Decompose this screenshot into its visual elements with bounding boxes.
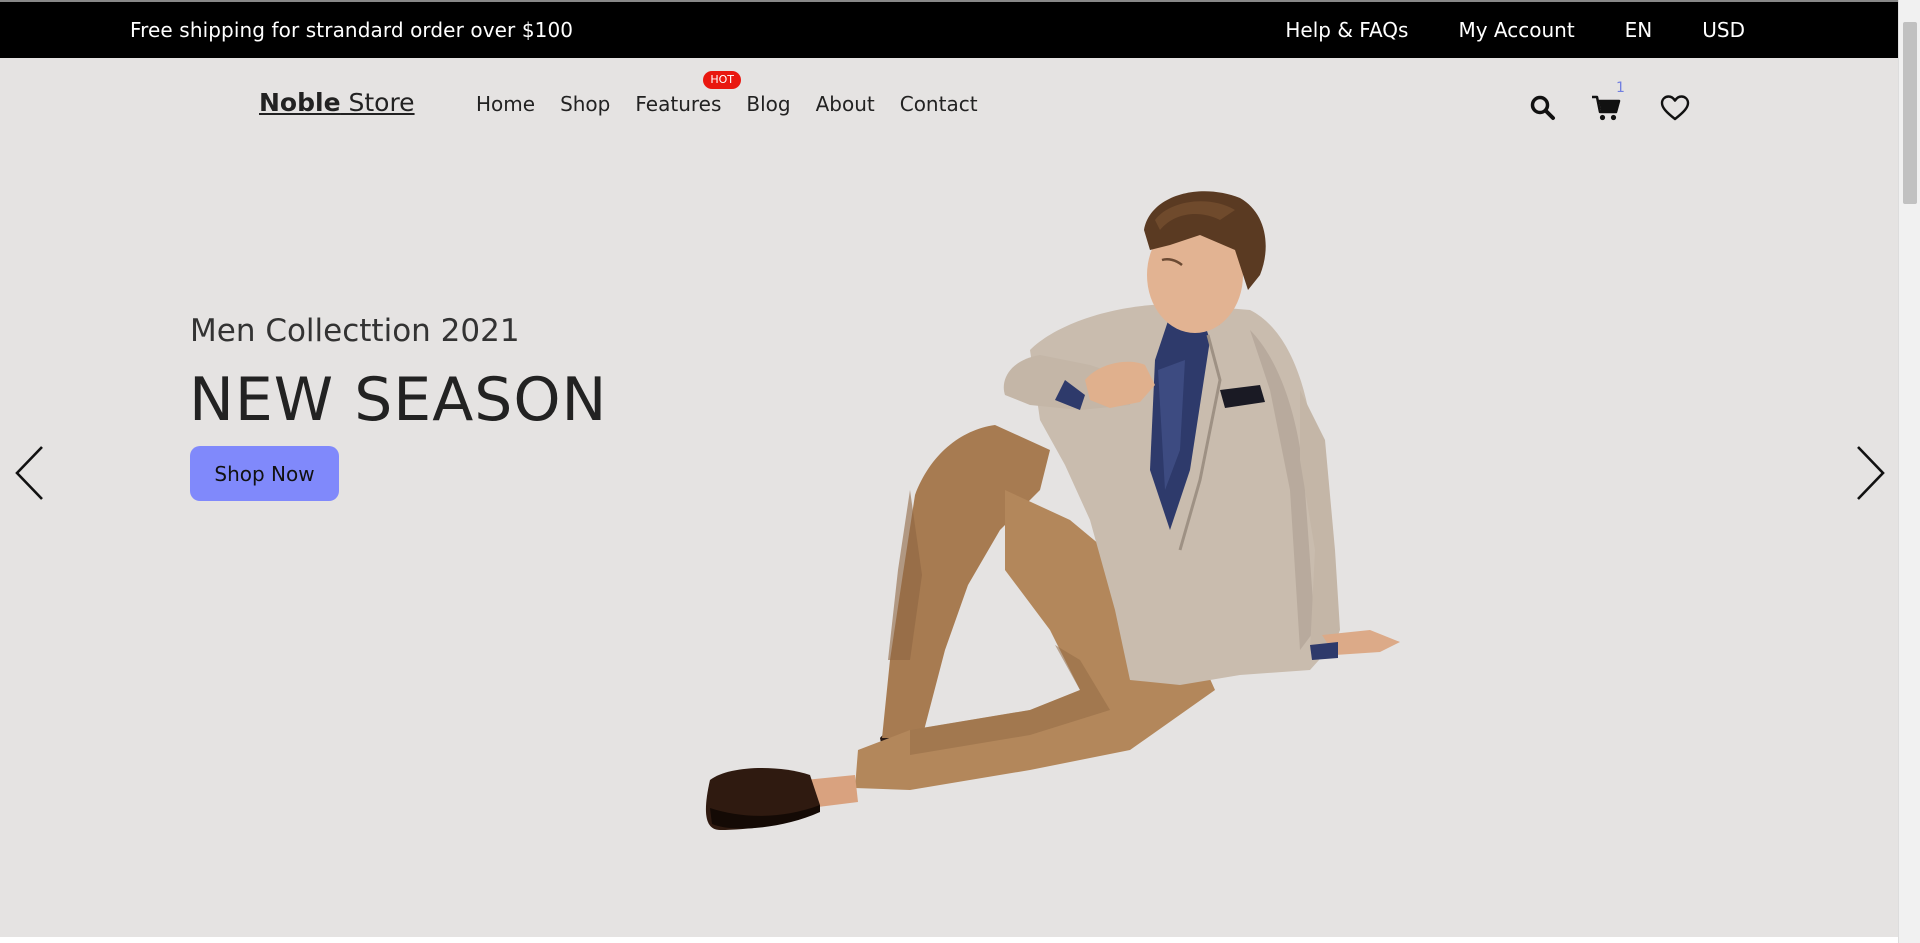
heart-icon[interactable] bbox=[1660, 94, 1690, 122]
logo-bold-text: Noble bbox=[259, 88, 341, 117]
shipping-promo-text: Free shipping for strandard order over $… bbox=[130, 18, 574, 42]
page-bottom-edge bbox=[0, 937, 1898, 943]
nav-item-home[interactable]: Home bbox=[476, 92, 535, 116]
hot-badge: HOT bbox=[703, 71, 742, 89]
main-nav: Home Shop Features HOT Blog About Contact bbox=[476, 71, 978, 116]
top-bar: Free shipping for strandard order over $… bbox=[0, 2, 1898, 58]
nav-item-about[interactable]: About bbox=[816, 92, 875, 116]
my-account-link[interactable]: My Account bbox=[1458, 18, 1574, 42]
top-bar-links: Help & FAQs My Account EN USD bbox=[1285, 2, 1745, 58]
vertical-scrollbar[interactable] bbox=[1898, 0, 1920, 943]
slider-next-arrow[interactable] bbox=[1852, 444, 1888, 502]
store-logo[interactable]: Noble Store bbox=[259, 88, 415, 117]
cart-icon[interactable]: 1 bbox=[1591, 80, 1625, 122]
scrollbar-thumb[interactable] bbox=[1903, 22, 1917, 204]
hero-subtitle: Men Collecttion 2021 bbox=[190, 313, 520, 349]
shop-now-button[interactable]: Shop Now bbox=[190, 446, 339, 501]
hero-model-image bbox=[705, 191, 1400, 830]
help-faqs-link[interactable]: Help & FAQs bbox=[1285, 18, 1408, 42]
language-selector[interactable]: EN bbox=[1625, 18, 1653, 42]
cart-count-badge: 1 bbox=[1616, 80, 1625, 96]
nav-item-shop[interactable]: Shop bbox=[560, 92, 610, 116]
search-icon[interactable] bbox=[1529, 94, 1557, 122]
nav-item-features-label: Features bbox=[635, 92, 722, 116]
currency-selector[interactable]: USD bbox=[1702, 18, 1745, 42]
nav-item-features[interactable]: Features HOT bbox=[635, 71, 742, 116]
slider-prev-arrow[interactable] bbox=[12, 444, 48, 502]
nav-item-contact[interactable]: Contact bbox=[900, 92, 978, 116]
nav-item-blog[interactable]: Blog bbox=[746, 92, 790, 116]
header-icons: 1 bbox=[1529, 80, 1690, 122]
hero-title: NEW SEASON bbox=[189, 365, 608, 435]
page: Free shipping for strandard order over $… bbox=[0, 0, 1898, 943]
logo-rest-text: Store bbox=[340, 88, 415, 117]
